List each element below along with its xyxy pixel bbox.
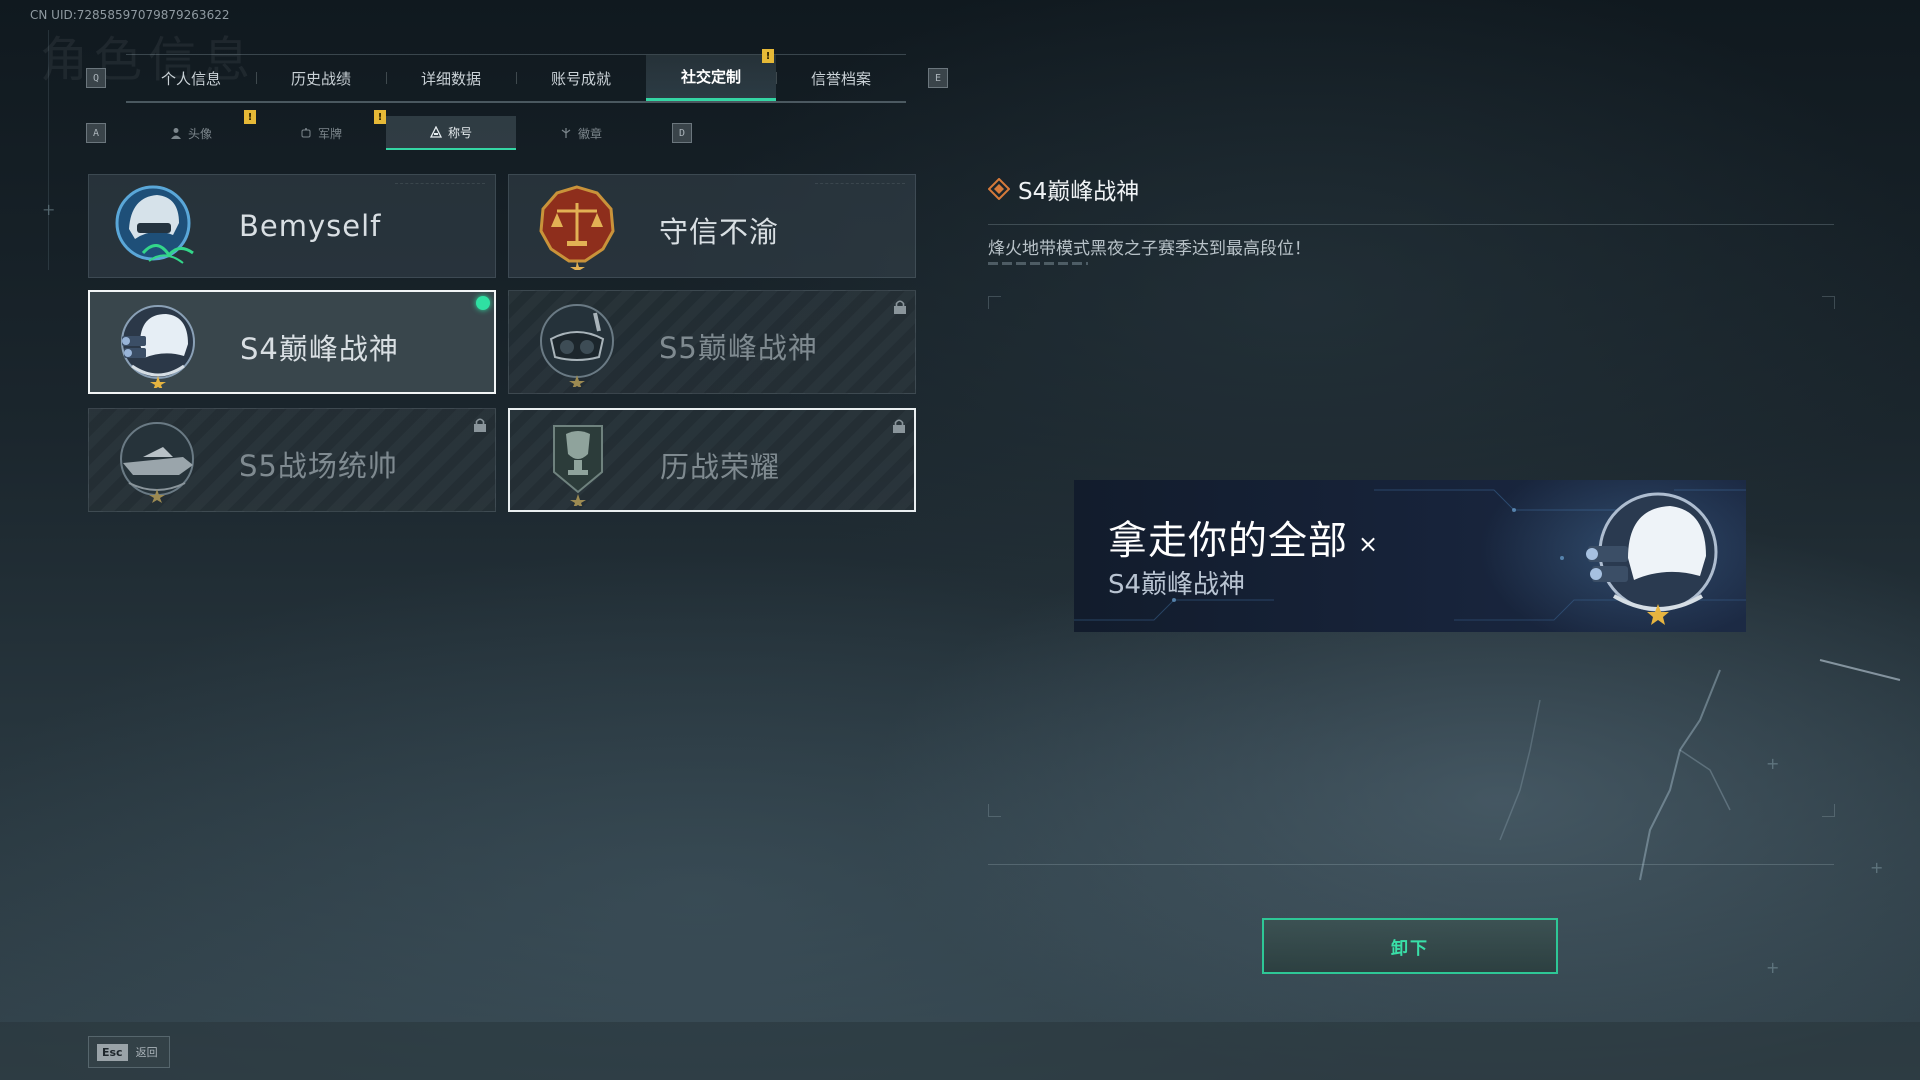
- decorative-dashes: [988, 262, 1088, 265]
- key-hint-d: D: [672, 123, 692, 143]
- alert-badge-icon: !: [762, 49, 774, 63]
- title-card[interactable]: 守信不渝: [508, 174, 916, 278]
- title-name: S5巅峰战神: [659, 331, 818, 365]
- key-hint-q: Q: [86, 68, 106, 88]
- sub-tab-bar: 头像 军牌 称号 徽章: [126, 116, 646, 150]
- decorative-line: [48, 30, 49, 270]
- title-preview-banner: 拿走你的全部 × S4巅峰战神: [1074, 480, 1746, 632]
- banner-sub-text: S4巅峰战神: [1108, 570, 1246, 600]
- title-name: 历战荣耀: [660, 450, 781, 484]
- scales-badge-icon: [539, 185, 615, 270]
- tab-detailed-data[interactable]: 详细数据: [386, 55, 516, 101]
- tab-achievements[interactable]: 账号成就: [516, 55, 646, 101]
- subtab-dogtag[interactable]: 军牌: [256, 116, 386, 150]
- lock-icon: [474, 418, 486, 432]
- alert-badge-icon: !: [374, 110, 386, 124]
- unequip-button[interactable]: 卸下: [1262, 918, 1558, 974]
- plus-marker-icon: +: [42, 200, 56, 219]
- key-hint-a: A: [86, 123, 106, 143]
- frame-corner: [988, 296, 1001, 309]
- title-name: S5战场统帅: [239, 449, 398, 483]
- helmet-signature-badge-icon: [115, 185, 194, 264]
- key-hint-e: E: [928, 68, 948, 88]
- banner-main-text: 拿走你的全部 ×: [1108, 510, 1379, 566]
- lock-icon: [893, 419, 905, 433]
- lightning-decoration: [1499, 659, 1901, 881]
- title-card-locked[interactable]: S5巅峰战神: [508, 290, 916, 394]
- subtab-avatar-label: 头像: [187, 126, 212, 141]
- subtab-title-label: 称号: [447, 125, 472, 140]
- title-card-locked[interactable]: 历战荣耀: [508, 408, 916, 512]
- banner-main-label: 拿走你的全部: [1108, 519, 1349, 564]
- title-triangle-icon: [429, 126, 442, 138]
- frame-corner: [1822, 296, 1835, 309]
- tab-personal-info[interactable]: 个人信息: [126, 55, 256, 101]
- tab-social-custom[interactable]: 社交定制: [646, 55, 776, 101]
- card-deco-line: [815, 183, 905, 190]
- nightvision-helmet-badge-icon: [1586, 492, 1718, 625]
- title-card-equipped[interactable]: S4巅峰战神: [88, 290, 496, 394]
- title-card-locked[interactable]: S5战场统帅: [88, 408, 496, 512]
- lock-icon: [894, 300, 906, 314]
- equipped-indicator-icon: [476, 296, 490, 310]
- banner-close-glyph: ×: [1358, 529, 1380, 558]
- card-deco-line: [395, 183, 485, 190]
- title-name: 守信不渝: [659, 215, 780, 249]
- detail-description: 烽火地带模式黑夜之子赛季达到最高段位！: [988, 239, 1311, 259]
- tab-history[interactable]: 历史战绩: [256, 55, 386, 101]
- subtab-badge-label: 徽章: [577, 126, 602, 141]
- divider: [988, 864, 1834, 865]
- plus-marker-icon: +: [1766, 958, 1780, 977]
- esc-key-hint: Esc: [97, 1043, 128, 1061]
- person-icon: [170, 128, 181, 139]
- title-name: S4巅峰战神: [240, 332, 399, 366]
- boat-badge-icon: [120, 422, 194, 503]
- title-name: Bemyself: [239, 209, 382, 243]
- title-card[interactable]: Bemyself: [88, 174, 496, 278]
- subtab-title[interactable]: 称号: [386, 116, 516, 150]
- footer-bar: [0, 1022, 1920, 1080]
- back-label: 返回: [135, 1046, 158, 1059]
- alert-badge-icon: !: [244, 110, 256, 124]
- dogtag-icon: [301, 128, 311, 138]
- detail-title: S4巅峰战神: [1018, 179, 1140, 205]
- tab-credit-record[interactable]: 信誉档案: [776, 55, 906, 101]
- title-diamond-icon: [988, 178, 1010, 200]
- main-tab-bar: 个人信息 历史战绩 详细数据 账号成就 社交定制 信誉档案: [126, 54, 906, 103]
- diving-mask-badge-icon: [540, 304, 614, 387]
- subtab-dogtag-label: 军牌: [317, 126, 342, 141]
- trophy-badge-icon: [553, 425, 603, 506]
- frame-corner: [1822, 804, 1835, 817]
- divider: [988, 224, 1834, 225]
- frame-corner: [988, 804, 1001, 817]
- nightvision-helmet-badge-icon: [121, 305, 195, 388]
- back-button[interactable]: Esc 返回: [88, 1036, 170, 1068]
- subtab-avatar[interactable]: 头像: [126, 116, 256, 150]
- subtab-badge[interactable]: 徽章: [516, 116, 646, 150]
- badge-icon: [561, 128, 571, 138]
